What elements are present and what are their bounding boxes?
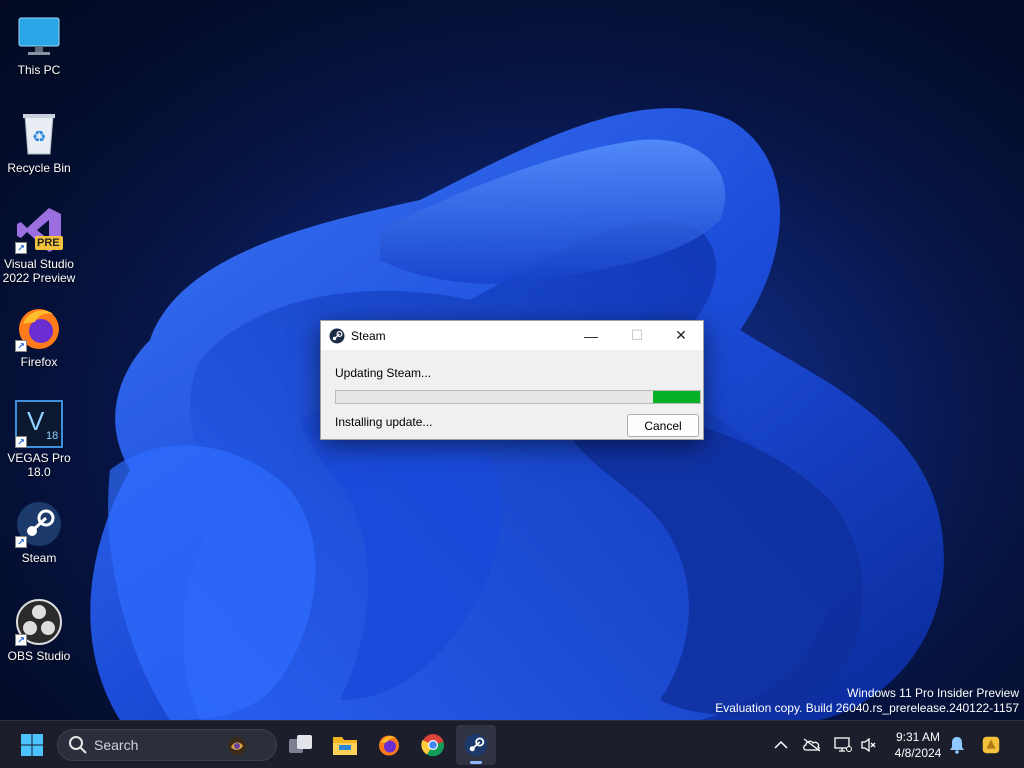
desktop-icon-vegas-pro[interactable]: V 18 ↗ VEGAS Pro 18.0 — [0, 394, 78, 484]
firefox-icon: ↗ — [15, 304, 63, 352]
steam-icon — [464, 733, 488, 757]
desktop-icon-label: Visual Studio 2022 Preview — [2, 257, 76, 285]
speaker-muted-icon — [861, 737, 876, 753]
shortcut-arrow-icon: ↗ — [15, 536, 27, 548]
visual-studio-icon: PRE ↗ — [15, 206, 63, 254]
taskbar-search[interactable]: Search — [57, 729, 277, 761]
clock-date: 4/8/2024 — [894, 746, 942, 760]
steam-update-dialog: Steam — ☐ ✕ Updating Steam... Installing… — [320, 320, 704, 440]
desktop-icon-this-pc[interactable]: This PC — [0, 6, 78, 96]
dialog-title: Steam — [351, 328, 386, 343]
chrome-icon — [421, 734, 445, 757]
file-explorer-button[interactable] — [325, 725, 365, 765]
desktop-icon-steam[interactable]: ↗ Steam — [0, 494, 78, 584]
start-button[interactable] — [12, 725, 52, 765]
windows-watermark: Windows 11 Pro Insider Preview Evaluatio… — [715, 686, 1019, 716]
dialog-content: Updating Steam... Installing update... C… — [321, 350, 703, 439]
chevron-up-icon — [774, 740, 788, 749]
shortcut-arrow-icon: ↗ — [15, 634, 27, 646]
onedrive-tray-button[interactable] — [801, 733, 823, 757]
steam-icon — [329, 328, 345, 343]
firefox-icon — [379, 735, 399, 756]
steam-icon: ↗ — [15, 500, 63, 548]
dev-home-tray-button[interactable] — [980, 733, 1002, 757]
minimize-button[interactable]: — — [568, 321, 614, 350]
status-text: Updating Steam... — [335, 366, 432, 380]
task-view-button[interactable] — [281, 725, 321, 765]
update-progress-bar — [335, 390, 701, 404]
firefox-taskbar-button[interactable] — [369, 725, 409, 765]
desktop-icon-label: OBS Studio — [7, 649, 71, 663]
maximize-button[interactable]: ☐ — [614, 321, 660, 350]
detail-text: Installing update... — [335, 415, 433, 429]
task-view-icon — [289, 735, 312, 753]
cloud-offline-icon — [803, 738, 821, 752]
desktop-icon-label: Firefox — [20, 355, 58, 369]
shortcut-arrow-icon: ↗ — [15, 340, 27, 352]
desktop-icon-label: This PC — [17, 63, 61, 77]
taskbar: Search 9:31 AM 4/8/2024 — [0, 720, 1024, 768]
shortcut-arrow-icon: ↗ — [15, 242, 27, 254]
progress-fill — [652, 391, 700, 403]
desktop-icon-recycle-bin[interactable]: ♻ Recycle Bin — [0, 104, 78, 194]
desktop-icon-label: VEGAS Pro 18.0 — [7, 451, 71, 479]
preview-badge: PRE — [37, 237, 60, 249]
desktop-icon-label: Recycle Bin — [7, 161, 71, 175]
chrome-taskbar-button[interactable] — [413, 725, 453, 765]
vegas-glyph: V — [27, 406, 45, 436]
clock-time: 9:31 AM — [895, 730, 941, 744]
monitor-icon — [15, 12, 63, 60]
dev-preview-icon — [982, 736, 1000, 754]
recycle-bin-icon: ♻ — [15, 110, 63, 158]
obs-studio-icon: ↗ — [15, 598, 63, 646]
start-icon — [21, 734, 43, 756]
vegas-version: 18 — [46, 430, 59, 442]
file-explorer-icon — [333, 737, 357, 755]
desktop-icon-visual-studio[interactable]: PRE ↗ Visual Studio 2022 Preview — [0, 200, 78, 290]
shortcut-arrow-icon: ↗ — [15, 436, 27, 448]
search-icon — [69, 736, 87, 754]
network-tray-button[interactable] — [832, 733, 854, 757]
network-icon — [834, 737, 852, 752]
svg-text:♻: ♻ — [32, 129, 46, 146]
taskbar-clock[interactable]: 9:31 AM 4/8/2024 — [888, 729, 948, 761]
watermark-line-1: Windows 11 Pro Insider Preview — [847, 686, 1019, 700]
dialog-titlebar[interactable]: Steam — ☐ ✕ — [321, 321, 703, 350]
desktop-icon-firefox[interactable]: ↗ Firefox — [0, 298, 78, 388]
close-button[interactable]: ✕ — [658, 321, 704, 350]
notifications-button[interactable] — [946, 733, 968, 757]
watermark-line-2: Evaluation copy. Build 26040.rs_prerelea… — [715, 701, 1019, 715]
steam-taskbar-button[interactable] — [456, 725, 496, 765]
vegas-pro-icon: V 18 ↗ — [15, 400, 63, 448]
search-highlight-icon — [228, 737, 246, 755]
volume-tray-button[interactable] — [858, 733, 880, 757]
desktop-icon-label: Steam — [21, 551, 57, 565]
cancel-button[interactable]: Cancel — [627, 414, 699, 437]
bell-icon — [950, 737, 964, 754]
show-hidden-icons-button[interactable] — [770, 733, 792, 757]
search-placeholder: Search — [94, 737, 139, 753]
desktop-icon-obs-studio[interactable]: ↗ OBS Studio — [0, 592, 78, 682]
